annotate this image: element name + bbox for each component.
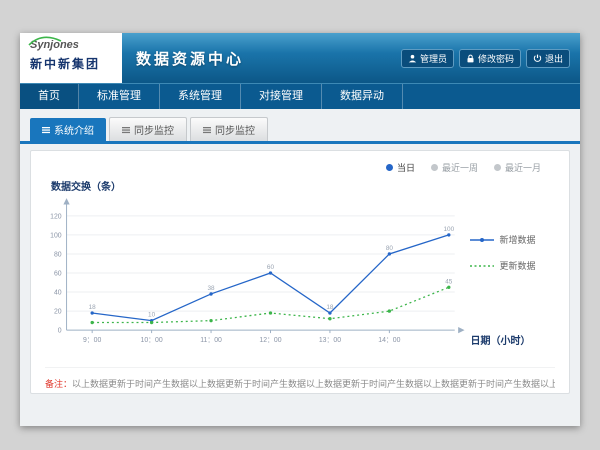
change-password-button[interactable]: 修改密码 xyxy=(459,49,521,68)
content-area: 系统介绍 同步监控 同步监控 xyxy=(20,109,580,426)
chart-row: 0 20 40 60 80 100 120 9：00 10：00 11：00 12：00 13：00 1… xyxy=(31,193,569,353)
svg-text:12：00: 12：00 xyxy=(259,337,281,344)
svg-text:20: 20 xyxy=(54,309,62,316)
tab-label: 系统介绍 xyxy=(54,122,94,137)
admin-button-label: 管理员 xyxy=(420,52,447,65)
brand-logo: Synjones xyxy=(30,39,114,52)
svg-text:13：00: 13：00 xyxy=(319,337,341,344)
tab-label: 同步监控 xyxy=(215,122,255,137)
user-icon xyxy=(408,54,417,63)
solid-line-icon xyxy=(470,236,494,244)
svg-text:80: 80 xyxy=(386,245,394,252)
tab-label: 同步监控 xyxy=(134,122,174,137)
logout-icon xyxy=(533,54,542,63)
svg-text:80: 80 xyxy=(54,251,62,258)
list-icon xyxy=(42,126,50,134)
nav-item-datachange[interactable]: 数据异动 xyxy=(322,84,403,109)
legend-updated-data[interactable]: 更新数据 xyxy=(470,259,569,272)
svg-text:100: 100 xyxy=(443,226,454,233)
tab-sync-monitor-2[interactable]: 同步监控 xyxy=(190,117,268,141)
chart-panel: 当日 最近一周 最近一月 数据交换（条） 0 20 40 60 80 100 120 9：00… xyxy=(30,150,570,394)
list-icon xyxy=(203,126,211,134)
dotted-line-icon xyxy=(470,262,494,270)
legend-label: 更新数据 xyxy=(499,259,535,272)
nav-item-system[interactable]: 系统管理 xyxy=(160,84,241,109)
svg-text:18: 18 xyxy=(89,304,97,311)
desktop-background: Synjones 新中新集团 数据资源中心 管理员 修改密码 xyxy=(0,0,600,450)
note-text: 以上数据更新于时间产生数据以上数据更新于时间产生数据以上数据更新于时间产生数据以… xyxy=(72,379,555,389)
svg-text:0: 0 xyxy=(58,328,62,335)
svg-text:10：00: 10：00 xyxy=(141,337,163,344)
svg-text:38: 38 xyxy=(207,285,215,292)
app-header: Synjones 新中新集团 数据资源中心 管理员 修改密码 xyxy=(20,33,580,83)
svg-text:18: 18 xyxy=(326,304,334,311)
x-axis-label: 日期（小时） xyxy=(470,332,569,347)
legend-label: 新增数据 xyxy=(499,233,535,246)
y-axis-label: 数据交换（条） xyxy=(51,178,569,193)
app-window: Synjones 新中新集团 数据资源中心 管理员 修改密码 xyxy=(20,33,580,426)
nav-item-standard[interactable]: 标准管理 xyxy=(79,84,160,109)
tab-bar: 系统介绍 同步监控 同步监控 xyxy=(20,109,580,144)
logout-label: 退出 xyxy=(545,52,563,65)
nav-item-interface[interactable]: 对接管理 xyxy=(241,84,322,109)
nav-item-home[interactable]: 首页 xyxy=(20,84,79,109)
note-label: 备注： xyxy=(45,379,72,389)
legend-dot xyxy=(386,164,393,171)
svg-text:14：00: 14：00 xyxy=(378,337,400,344)
svg-text:10: 10 xyxy=(148,312,156,319)
legend-dot xyxy=(494,164,501,171)
svg-text:45: 45 xyxy=(445,278,453,285)
admin-button[interactable]: 管理员 xyxy=(401,49,454,68)
legend-dot xyxy=(431,164,438,171)
svg-text:40: 40 xyxy=(54,290,62,297)
filter-label: 当日 xyxy=(397,161,415,174)
svg-text:60: 60 xyxy=(54,270,62,277)
svg-text:9：00: 9：00 xyxy=(83,337,102,344)
line-chart-svg: 0 20 40 60 80 100 120 9：00 10：00 11：00 12：00 13：00 1… xyxy=(37,193,470,353)
header-actions: 管理员 修改密码 退出 xyxy=(401,49,580,68)
svg-text:60: 60 xyxy=(267,264,275,271)
page-title: 数据资源中心 xyxy=(136,48,244,69)
series-legend: 新增数据 更新数据 日期（小时） xyxy=(470,193,569,353)
logo-swoosh-icon xyxy=(28,36,62,48)
list-icon xyxy=(122,126,130,134)
svg-text:120: 120 xyxy=(50,213,62,220)
svg-text:100: 100 xyxy=(50,232,62,239)
period-filter: 当日 最近一周 最近一月 xyxy=(31,151,569,174)
tab-sync-monitor-1[interactable]: 同步监控 xyxy=(109,117,187,141)
logo: Synjones 新中新集团 xyxy=(20,33,122,83)
tab-system-intro[interactable]: 系统介绍 xyxy=(30,118,106,141)
footer-note: 备注：以上数据更新于时间产生数据以上数据更新于时间产生数据以上数据更新于时间产生… xyxy=(45,367,555,390)
filter-today[interactable]: 当日 xyxy=(386,161,415,174)
filter-last-month[interactable]: 最近一月 xyxy=(494,161,541,174)
logout-button[interactable]: 退出 xyxy=(526,49,570,68)
main-nav: 首页 标准管理 系统管理 对接管理 数据异动 xyxy=(20,83,580,109)
company-name: 新中新集团 xyxy=(30,55,114,72)
lock-icon xyxy=(466,54,475,63)
legend-new-data[interactable]: 新增数据 xyxy=(470,233,569,246)
change-password-label: 修改密码 xyxy=(478,52,514,65)
filter-last-week[interactable]: 最近一周 xyxy=(431,161,478,174)
filter-label: 最近一月 xyxy=(505,161,541,174)
svg-text:11：00: 11：00 xyxy=(200,337,222,344)
filter-label: 最近一周 xyxy=(442,161,478,174)
